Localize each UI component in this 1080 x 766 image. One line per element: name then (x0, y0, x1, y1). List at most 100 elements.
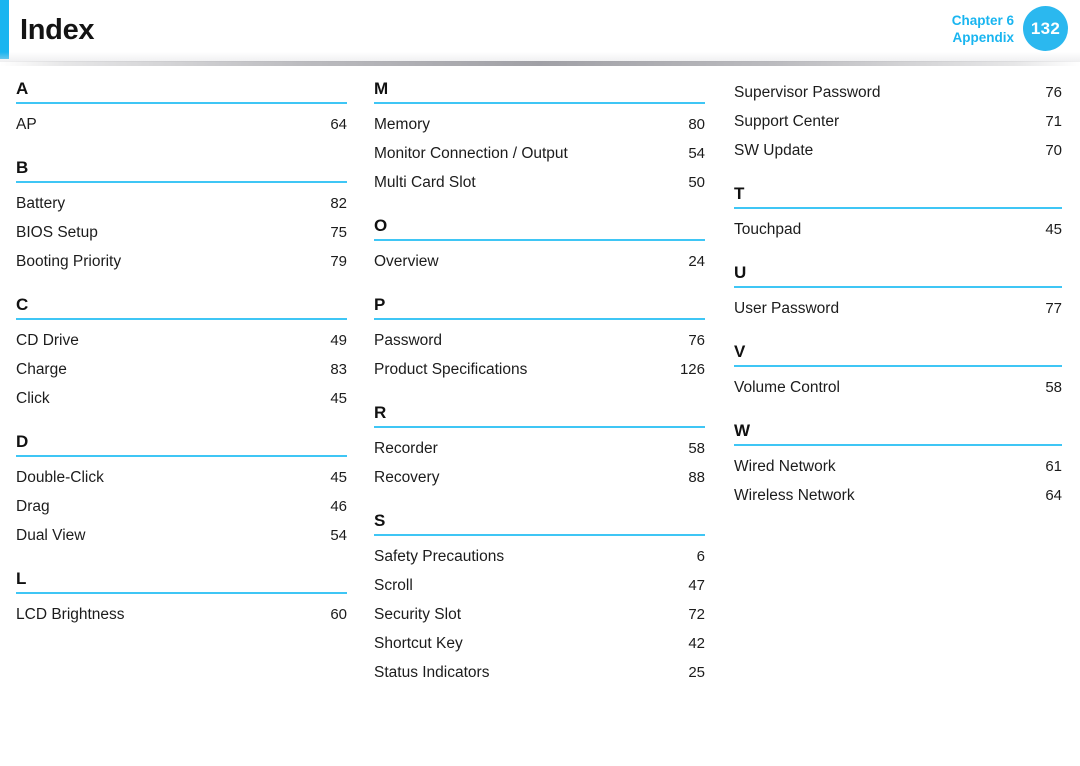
index-entry[interactable]: Security Slot 72 (374, 600, 705, 629)
index-entry-label: Click (16, 390, 50, 407)
index-column: A AP 64 B Battery 82 BIOS Setup 75 Booting Prior… (0, 78, 360, 687)
index-entry[interactable]: Overview 24 (374, 247, 705, 276)
index-entry[interactable]: Supervisor Password 76 (734, 78, 1062, 107)
index-entry[interactable]: Wireless Network 64 (734, 481, 1062, 510)
index-entry-page-number: 49 (330, 332, 347, 349)
index-entry-page-number: 76 (1045, 84, 1062, 101)
index-entry-label: Supervisor Password (734, 84, 881, 101)
index-entry-label: Security Slot (374, 606, 462, 623)
letter-group: U User Password 77 (734, 262, 1062, 323)
index-entry[interactable]: Scroll 47 (374, 571, 705, 600)
index-entry-page-number: 64 (330, 116, 347, 133)
index-entry[interactable]: AP 64 (16, 110, 347, 139)
index-entry[interactable]: Recovery 88 (374, 463, 705, 492)
index-entry[interactable]: CD Drive 49 (16, 326, 347, 355)
index-entry-page-number: 42 (688, 635, 705, 652)
index-entry[interactable]: Monitor Connection / Output 54 (374, 139, 705, 168)
letter-group: R Recorder 58 Recovery 88 (374, 402, 705, 492)
page-title: Index (20, 14, 95, 46)
index-entry-label: Wired Network (734, 458, 836, 475)
letter-heading: B (16, 157, 347, 183)
index-columns: A AP 64 B Battery 82 BIOS Setup 75 Booting Prior… (0, 78, 1080, 687)
index-entry-page-number: 80 (688, 116, 705, 133)
index-entry-label: BIOS Setup (16, 224, 98, 241)
index-entry[interactable]: Safety Precautions 6 (374, 542, 705, 571)
index-entry[interactable]: User Password 77 (734, 294, 1062, 323)
index-entry[interactable]: Shortcut Key 42 (374, 629, 705, 658)
index-entry[interactable]: LCD Brightness 60 (16, 600, 347, 629)
index-entry[interactable]: BIOS Setup 75 (16, 218, 347, 247)
letter-group: A AP 64 (16, 78, 347, 139)
index-entry[interactable]: Support Center 71 (734, 107, 1062, 136)
header-accent-bar (0, 0, 9, 59)
letter-heading: A (16, 78, 347, 104)
page-header: Index Chapter 6 Appendix 132 (0, 0, 1080, 66)
letter-heading: S (374, 510, 705, 536)
index-entry-page-number: 88 (688, 469, 705, 486)
index-entry-label: Charge (16, 361, 67, 378)
index-entry[interactable]: Booting Priority 79 (16, 247, 347, 276)
index-entry[interactable]: Dual View 54 (16, 521, 347, 550)
index-entry-label: Overview (374, 253, 439, 270)
index-entry[interactable]: SW Update 70 (734, 136, 1062, 165)
index-entry-label: User Password (734, 300, 840, 317)
letter-heading: R (374, 402, 705, 428)
index-entry-page-number: 60 (330, 606, 347, 623)
index-entry-page-number: 50 (688, 174, 705, 191)
index-entry[interactable]: Click 45 (16, 384, 347, 413)
index-entry-label: Product Specifications (374, 361, 528, 378)
index-entry[interactable]: Battery 82 (16, 189, 347, 218)
index-entry[interactable]: Charge 83 (16, 355, 347, 384)
index-entry-page-number: 45 (330, 390, 347, 407)
header-chapter-info: Chapter 6 Appendix 132 (952, 6, 1068, 51)
index-entry-page-number: 76 (688, 332, 705, 349)
index-entry-label: Status Indicators (374, 664, 490, 681)
index-entry[interactable]: Volume Control 58 (734, 373, 1062, 402)
index-entry-page-number: 71 (1045, 113, 1062, 130)
index-entry-page-number: 75 (330, 224, 347, 241)
letter-heading: T (734, 183, 1062, 209)
index-entry-page-number: 45 (330, 469, 347, 486)
index-entry-page-number: 24 (688, 253, 705, 270)
index-entry-page-number: 126 (679, 361, 705, 378)
letter-group: Supervisor Password 76 Support Center 71 SW … (734, 78, 1062, 165)
index-entry-label: AP (16, 116, 37, 133)
index-entry-label: SW Update (734, 142, 814, 159)
chapter-section-label: Appendix (952, 29, 1014, 45)
letter-group: V Volume Control 58 (734, 341, 1062, 402)
index-entry-label: Recovery (374, 469, 440, 486)
letter-group: L LCD Brightness 60 (16, 568, 347, 629)
index-entry-label: Double-Click (16, 469, 104, 486)
letter-heading: D (16, 431, 347, 457)
index-entry[interactable]: Recorder 58 (374, 434, 705, 463)
letter-heading: P (374, 294, 705, 320)
index-entry[interactable]: Product Specifications 126 (374, 355, 705, 384)
letter-group: M Memory 80 Monitor Connection / Output 54 Mu… (374, 78, 705, 197)
index-entry[interactable]: Drag 46 (16, 492, 347, 521)
chapter-number-label: Chapter 6 (951, 12, 1014, 28)
index-entry-label: Multi Card Slot (374, 174, 476, 191)
letter-heading: V (734, 341, 1062, 367)
index-entry[interactable]: Touchpad 45 (734, 215, 1062, 244)
index-entry[interactable]: Double-Click 45 (16, 463, 347, 492)
letter-heading: L (16, 568, 347, 594)
index-entry[interactable]: Wired Network 61 (734, 452, 1062, 481)
index-entry-page-number: 64 (1045, 487, 1062, 504)
index-entry-page-number: 47 (688, 577, 705, 594)
index-entry-label: Scroll (374, 577, 413, 594)
letter-group: S Safety Precautions 6 Scroll 47 Security Slo… (374, 510, 705, 687)
index-entry[interactable]: Password 76 (374, 326, 705, 355)
index-entry-label: Drag (16, 498, 50, 515)
index-entry-page-number: 61 (1045, 458, 1062, 475)
index-entry[interactable]: Memory 80 (374, 110, 705, 139)
index-entry[interactable]: Multi Card Slot 50 (374, 168, 705, 197)
letter-group: C CD Drive 49 Charge 83 Click 45 (16, 294, 347, 413)
letter-group: B Battery 82 BIOS Setup 75 Booting Priority 79 (16, 157, 347, 276)
index-entry[interactable]: Status Indicators 25 (374, 658, 705, 687)
